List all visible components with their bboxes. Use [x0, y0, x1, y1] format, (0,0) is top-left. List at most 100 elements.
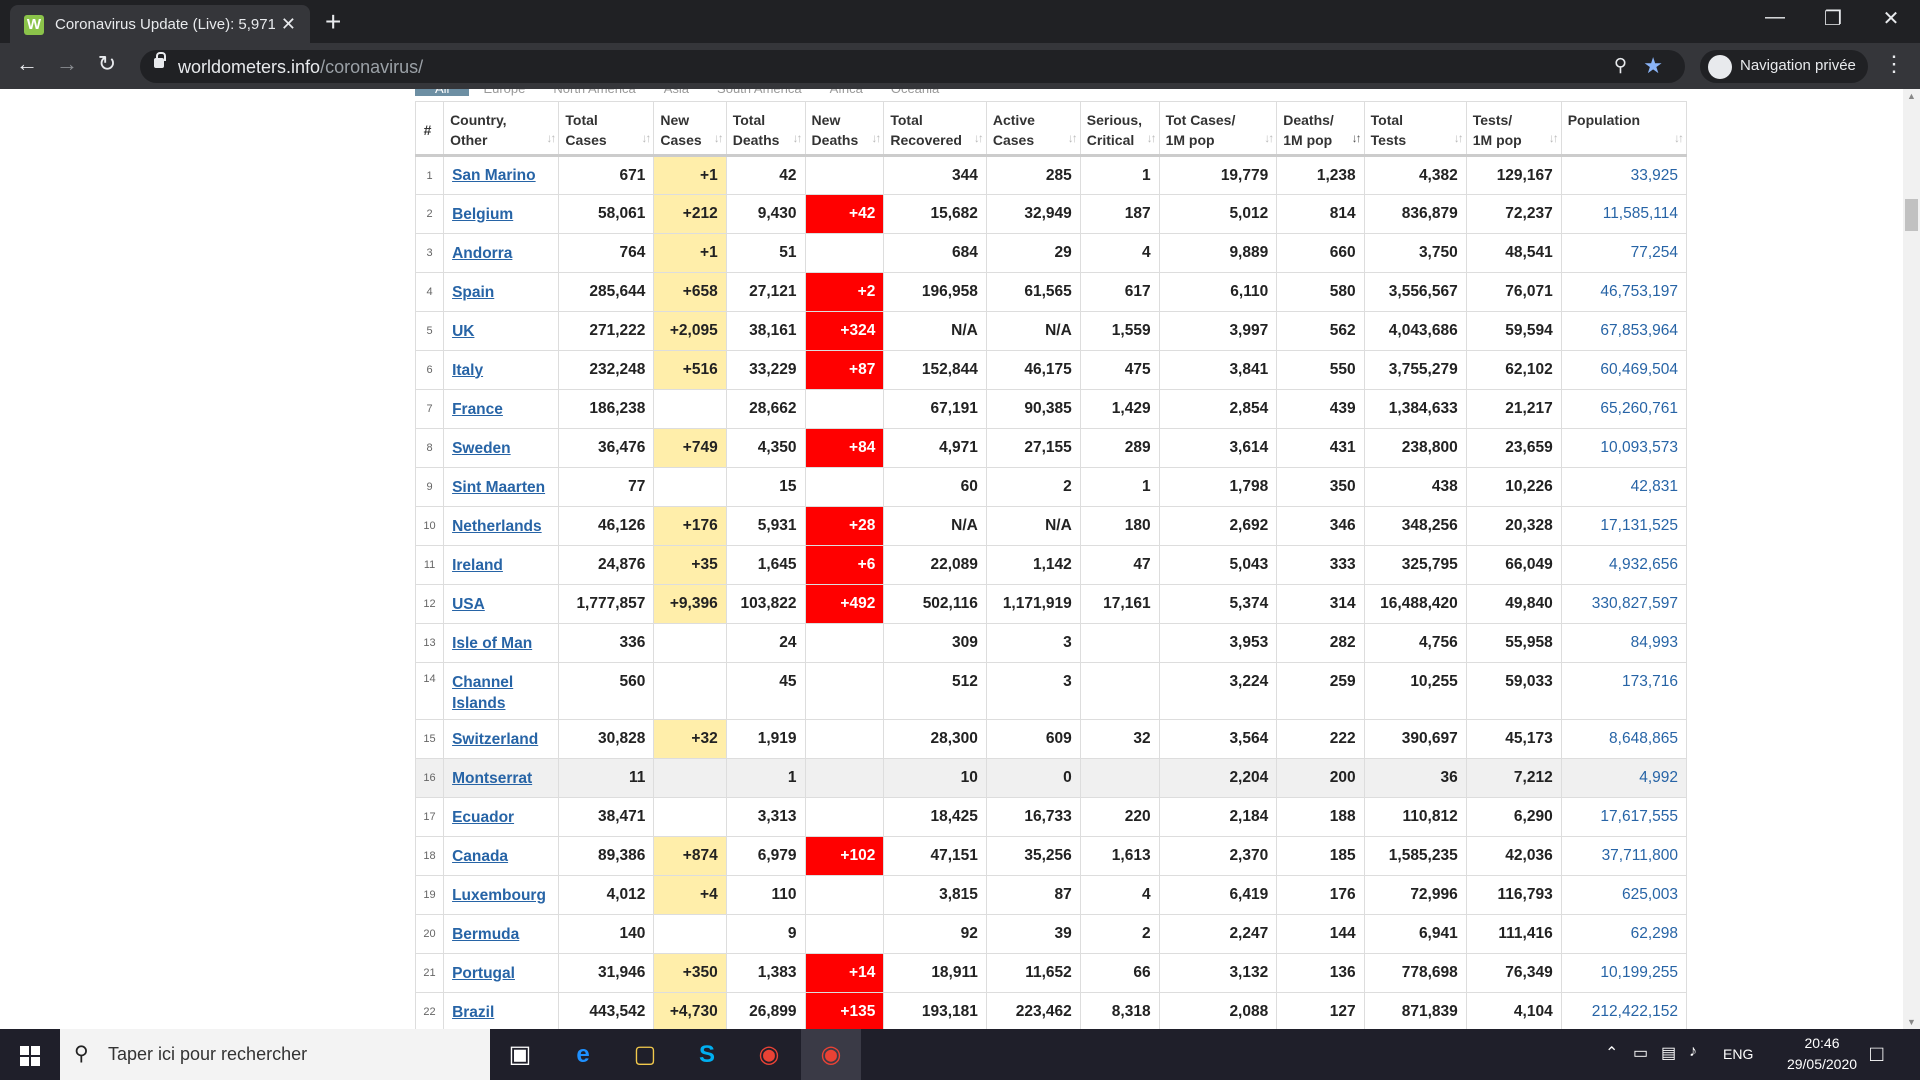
column-header-total-recovered[interactable]: Total Recovered ↓↑	[883, 101, 987, 156]
sort-icon[interactable]: ↓↑	[793, 128, 803, 148]
sort-icon[interactable]: ↓↑	[871, 128, 881, 148]
cell-total-tests: 10,255	[1363, 662, 1467, 720]
column-header-total-tests[interactable]: Total Tests ↓↑	[1363, 101, 1467, 156]
chevron-up-icon[interactable]: ⌃	[1605, 1043, 1618, 1063]
cell-tot-cases-1m: 2,370	[1158, 836, 1278, 876]
cell-country[interactable]: Switzerland	[443, 719, 560, 759]
cell-country[interactable]: France	[443, 389, 560, 429]
sort-icon[interactable]: ↓↑	[1147, 128, 1157, 148]
scroll-thumb[interactable]	[1905, 199, 1918, 231]
cell-country[interactable]: San Marino	[443, 155, 560, 195]
sort-icon[interactable]: ↓↑	[1264, 128, 1274, 148]
sort-icon[interactable]: ↓↑	[641, 128, 651, 148]
browser-toolbar: ← → ↻ worldometers.info/coronavirus/ ⚲ ★…	[0, 43, 1920, 89]
cell-country[interactable]: USA	[443, 584, 560, 624]
sort-icon[interactable]: ↓↑	[1068, 128, 1078, 148]
task-view-icon[interactable]: ▣	[490, 1029, 550, 1080]
column-header-num[interactable]: #	[414, 101, 445, 156]
back-icon[interactable]: ←	[12, 51, 42, 77]
cell-country[interactable]: Ireland	[443, 545, 560, 585]
cell-country[interactable]: Spain	[443, 272, 560, 312]
region-tab-north-america[interactable]: North America	[539, 89, 649, 96]
cell-country[interactable]: Brazil	[443, 992, 560, 1029]
sort-icon[interactable]: ↓↑	[546, 128, 556, 148]
cell-country[interactable]: Andorra	[443, 233, 560, 273]
column-header-total-cases[interactable]: Total Cases ↓↑	[558, 101, 655, 156]
cell-total-recovered: 502,116	[883, 584, 987, 624]
column-header-active-cases[interactable]: Active Cases ↓↑	[985, 101, 1081, 156]
column-header-total-deaths[interactable]: Total Deaths ↓↑	[725, 101, 806, 156]
cell-total-recovered: 512	[883, 662, 987, 720]
cell-country[interactable]: Netherlands	[443, 506, 560, 546]
minimize-icon[interactable]: —	[1760, 6, 1790, 29]
reload-icon[interactable]: ↻	[92, 51, 122, 77]
cell-country[interactable]: Bermuda	[443, 914, 560, 954]
volume-icon[interactable]: ♪	[1689, 1043, 1697, 1061]
chrome-icon[interactable]: ◉	[739, 1029, 799, 1080]
cell-country[interactable]: Luxembourg	[443, 875, 560, 915]
chrome-active-icon[interactable]: ◉	[801, 1029, 861, 1080]
clock-time[interactable]: 20:46	[1782, 1035, 1862, 1051]
sort-icon[interactable]: ↓↑	[1352, 128, 1362, 148]
language-indicator[interactable]: ENG	[1723, 1046, 1753, 1062]
cell-new-cases	[653, 623, 727, 663]
column-header-serious[interactable]: Serious, Critical ↓↑	[1079, 101, 1160, 156]
edge-icon[interactable]: e	[553, 1029, 613, 1080]
battery-icon[interactable]: ▭	[1633, 1043, 1648, 1063]
zoom-icon[interactable]: ⚲	[1614, 55, 1627, 76]
region-tab-oceania[interactable]: Oceania	[877, 89, 953, 96]
cell-country[interactable]: Canada	[443, 836, 560, 876]
browser-tab[interactable]: W Coronavirus Update (Live): 5,971, ✕	[10, 5, 310, 43]
sort-icon[interactable]: ↓↑	[714, 128, 724, 148]
cell-country[interactable]: Channel Islands	[443, 662, 560, 720]
cell-new-deaths	[804, 875, 885, 915]
clock-date[interactable]: 29/05/2020	[1770, 1056, 1874, 1072]
network-icon[interactable]: ▤	[1661, 1043, 1676, 1063]
taskbar-search-box[interactable]: ⚲ Taper ici pour rechercher	[60, 1029, 490, 1080]
cell-serious	[1079, 662, 1160, 720]
bookmark-star-icon[interactable]: ★	[1643, 53, 1663, 79]
sort-icon[interactable]: ↓↑	[974, 128, 984, 148]
scroll-up-icon[interactable]: ▲	[1907, 91, 1916, 101]
cell-country[interactable]: Belgium	[443, 194, 560, 234]
cell-country[interactable]: Portugal	[443, 953, 560, 993]
cell-country[interactable]: Montserrat	[443, 758, 560, 798]
region-tab-asia[interactable]: Asia	[650, 89, 703, 96]
column-header-country[interactable]: Country, Other ↓↑	[443, 101, 560, 156]
vertical-scrollbar[interactable]: ▲ ▼	[1903, 89, 1920, 1029]
window-close-icon[interactable]: ✕	[1876, 6, 1906, 31]
cell-tot-cases-1m: 2,184	[1158, 797, 1278, 837]
column-header-tot-cases-1m[interactable]: Tot Cases/1M pop ↓↑	[1158, 101, 1278, 156]
region-tab-africa[interactable]: Africa	[816, 89, 877, 96]
skype-icon[interactable]: S	[677, 1029, 737, 1080]
column-header-new-cases[interactable]: New Cases ↓↑	[653, 101, 727, 156]
tab-close-icon[interactable]: ✕	[281, 14, 296, 35]
sort-icon[interactable]: ↓↑	[1674, 128, 1684, 148]
new-tab-icon[interactable]: +	[325, 6, 341, 38]
sort-icon[interactable]: ↓↑	[1549, 128, 1559, 148]
cell-country[interactable]: UK	[443, 311, 560, 351]
column-header-population[interactable]: Population ↓↑	[1560, 101, 1688, 156]
region-tab-all[interactable]: All	[415, 89, 470, 96]
cell-country[interactable]: Isle of Man	[443, 623, 560, 663]
cell-country[interactable]: Sint Maarten	[443, 467, 560, 507]
cell-country[interactable]: Sweden	[443, 428, 560, 468]
windows-start-icon[interactable]	[20, 1046, 40, 1066]
incognito-badge[interactable]: Navigation privée	[1700, 50, 1868, 83]
restore-icon[interactable]: ❐	[1818, 6, 1848, 31]
cell-country[interactable]: Ecuador	[443, 797, 560, 837]
region-tab-south-america[interactable]: South America	[703, 89, 816, 96]
address-bar[interactable]: worldometers.info/coronavirus/ ⚲ ★	[140, 50, 1685, 83]
cell-country[interactable]: Italy	[443, 350, 560, 390]
column-header-tests-1m[interactable]: Tests/1M pop ↓↑	[1465, 101, 1562, 156]
notification-icon[interactable]: □	[1870, 1041, 1883, 1067]
column-header-new-deaths[interactable]: New Deaths ↓↑	[804, 101, 885, 156]
cell-tests-1m: 129,167	[1465, 155, 1562, 195]
scroll-down-icon[interactable]: ▼	[1907, 1017, 1916, 1027]
forward-icon[interactable]: →	[52, 51, 82, 77]
file-explorer-icon[interactable]: ▢	[615, 1029, 675, 1080]
column-header-deaths-1m[interactable]: Deaths/1M pop ↓↑	[1276, 101, 1365, 156]
region-tab-europe[interactable]: Europe	[469, 89, 539, 96]
menu-dots-icon[interactable]: ⋮	[1883, 51, 1905, 77]
sort-icon[interactable]: ↓↑	[1454, 128, 1464, 148]
